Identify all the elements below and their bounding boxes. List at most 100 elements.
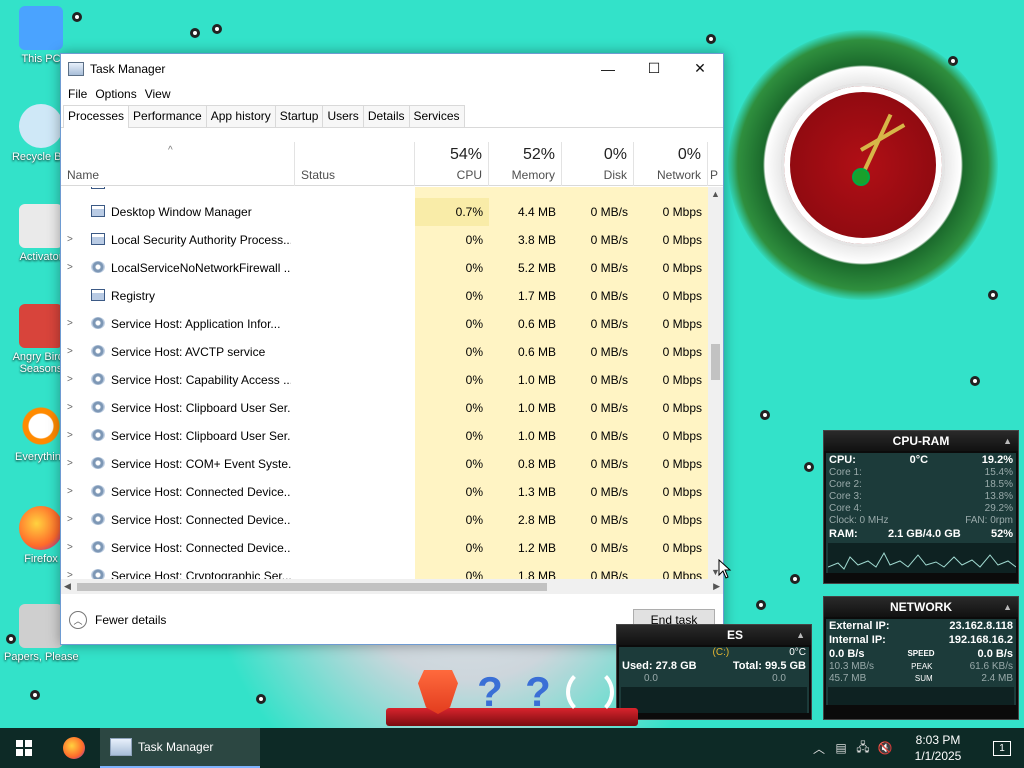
minimize-button[interactable]: — (585, 54, 631, 83)
show-hidden-icons-chevron-icon[interactable]: ︿ (808, 740, 830, 757)
firefox-icon (19, 506, 63, 550)
menu-view[interactable]: View (141, 87, 175, 101)
process-row[interactable]: > Service Host: Capability Access ... 0% 1.… (61, 366, 708, 394)
drive-graph (621, 687, 807, 713)
expand-chevron-icon[interactable]: > (67, 234, 73, 245)
disk-value: 0 MB/s (590, 429, 628, 443)
gadget-body: External IP: 23.162.8.118 Internal IP: 192… (826, 619, 1016, 705)
network-value: 0 Mbps (662, 569, 702, 579)
memory-value: 1.0 MB (517, 401, 556, 415)
network-icon[interactable]: 🖧 (852, 738, 874, 759)
tab-users[interactable]: Users (322, 105, 364, 127)
tab-details[interactable]: Details (362, 105, 410, 127)
expand-chevron-icon[interactable]: > (67, 458, 73, 469)
collapse-icon[interactable]: ▲ (1003, 431, 1012, 451)
external-ip: 23.162.8.118 (949, 620, 1013, 632)
column-header-cpu[interactable]: 54% CPU (415, 142, 489, 186)
process-row[interactable]: > Service Host: Application Infor... 0% 0.6… (61, 310, 708, 338)
sum-label: SUM (914, 674, 933, 683)
process-row[interactable]: > Service Host: Connected Device... 0% 1.3 … (61, 478, 708, 506)
expand-chevron-icon[interactable]: > (67, 402, 73, 413)
memory-value: 1.0 MB (517, 429, 556, 443)
horizontal-scrollbar[interactable]: ◀ ▶ (61, 579, 723, 594)
cpu-value: 0% (465, 513, 483, 527)
drive-letter: (C:) (712, 647, 730, 658)
menu-file[interactable]: File (64, 87, 91, 101)
process-row[interactable]: > Service Host: AVCTP service 0% 0.6 MB 0 MB… (61, 338, 708, 366)
expand-chevron-icon[interactable]: > (67, 486, 73, 497)
maximize-button[interactable]: ☐ (631, 54, 677, 83)
drive-total: Total: 99.5 GB (732, 660, 806, 672)
process-row[interactable]: > Service Host: Clipboard User Ser... 0% 1.… (61, 394, 708, 422)
process-row[interactable]: > Service Host: COM+ Event Syste... 0% 0.8 … (61, 450, 708, 478)
column-header-power[interactable]: P (708, 142, 723, 186)
windows-logo-icon (16, 740, 32, 756)
gear-icon (91, 457, 105, 469)
cpu-total-percent: 54% (449, 146, 482, 163)
christmas-clock-widget (728, 30, 998, 300)
disk-value: 0 MB/s (590, 401, 628, 415)
collapse-icon[interactable]: ▲ (796, 625, 805, 645)
refresh-icon[interactable] (566, 668, 614, 716)
column-header-network[interactable]: 0% Network (634, 142, 708, 186)
notification-count: 1 (999, 742, 1005, 754)
process-row[interactable]: > LocalServiceNoNetworkFirewall ... 0% 5.2 … (61, 254, 708, 282)
title-bar[interactable]: Task Manager — ☐ ✕ (61, 54, 723, 83)
tab-processes[interactable]: Processes (63, 105, 130, 128)
fewer-details-toggle[interactable]: ︿ Fewer details (69, 611, 166, 629)
column-header-memory[interactable]: 52% Memory (489, 142, 562, 186)
expand-chevron-icon[interactable]: > (67, 262, 73, 273)
column-header-status[interactable]: Status (295, 142, 415, 186)
taskbar-clock[interactable]: 8:03 PM 1/1/2025 (896, 732, 980, 764)
memory-value: 0.6 MB (517, 317, 556, 331)
computer-icon (19, 6, 63, 50)
process-row[interactable]: Desktop Window Manager 0.7% 4.4 MB 0 MB/s 0 … (61, 198, 708, 226)
drive-tray-icon[interactable]: ▤ (830, 741, 852, 755)
tab-services[interactable]: Services (408, 105, 465, 127)
column-header-disk[interactable]: 0% Disk (562, 142, 634, 186)
cpu-history-graph (828, 543, 1016, 573)
column-header-name[interactable]: ^ Name (61, 142, 295, 186)
taskbar-firefox[interactable] (48, 728, 100, 768)
process-row[interactable]: Registry 0% 1.7 MB 0 MB/s 0 Mbps (61, 282, 708, 310)
tab-app-history[interactable]: App history (205, 105, 276, 127)
memory-value: 1.8 MB (517, 569, 556, 579)
close-button[interactable]: ✕ (677, 54, 723, 83)
core-line: Core 4: 29.2% (826, 503, 1016, 515)
scroll-right-arrow-icon[interactable]: ▶ (713, 581, 720, 592)
expand-chevron-icon[interactable]: > (67, 346, 73, 357)
process-row[interactable]: > Service Host: Connected Device... 0% 2.8 … (61, 506, 708, 534)
scroll-left-arrow-icon[interactable]: ◀ (64, 581, 71, 592)
process-row[interactable]: > Service Host: Cryptographic Ser... 0% 1.8… (61, 562, 708, 579)
volume-muted-icon[interactable]: 🔇 (874, 741, 896, 755)
gadget-title: ES (727, 628, 744, 642)
expand-chevron-icon[interactable]: > (67, 542, 73, 553)
notification-center-button[interactable]: 1 (980, 728, 1024, 768)
expand-chevron-icon[interactable]: > (67, 318, 73, 329)
scroll-up-arrow-icon[interactable]: ▲ (711, 189, 720, 199)
process-row[interactable]: > Service Host: Clipboard User Ser... 0% 1.… (61, 422, 708, 450)
tab-performance[interactable]: Performance (128, 105, 207, 127)
process-name: Local Security Authority Process... (111, 233, 291, 247)
menu-options[interactable]: Options (91, 87, 140, 101)
collapse-icon[interactable]: ▲ (1003, 597, 1012, 617)
vertical-scrollbar[interactable]: ▲ ▼ (708, 187, 723, 579)
help-question-icon[interactable]: ? (470, 668, 510, 715)
process-row[interactable]: > Local Security Authority Process... 0% 3.… (61, 226, 708, 254)
disk-value: 0 MB/s (590, 541, 628, 555)
process-row[interactable]: > Service Host: Connected Device... 0% 1.2 … (61, 534, 708, 562)
column-headers: ^ Name Status 54% CPU 52% Memory 0% Disk… (61, 142, 723, 186)
taskbar-task-manager[interactable]: Task Manager (100, 728, 260, 768)
help-question-icon[interactable]: ? (518, 668, 558, 715)
expand-chevron-icon[interactable]: > (67, 430, 73, 441)
window-icon (91, 233, 105, 245)
expand-chevron-icon[interactable]: > (67, 570, 73, 579)
tab-startup[interactable]: Startup (274, 105, 324, 127)
expand-chevron-icon[interactable]: > (67, 514, 73, 525)
task-manager-window: Task Manager — ☐ ✕ File Options View Pro… (60, 53, 724, 645)
sort-up-icon: ^ (168, 145, 173, 156)
expand-chevron-icon[interactable]: > (67, 374, 73, 385)
horizontal-scroll-thumb[interactable] (77, 583, 547, 591)
vertical-scroll-thumb[interactable] (711, 344, 720, 380)
start-button[interactable] (0, 728, 48, 768)
